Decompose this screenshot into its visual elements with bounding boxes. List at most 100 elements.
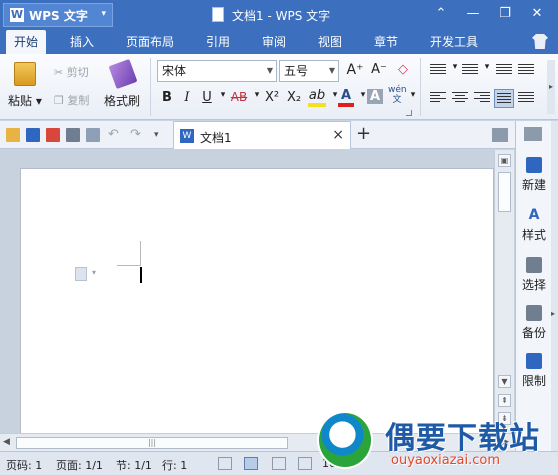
watermark-logo-icon: [317, 411, 373, 469]
new-tab-button[interactable]: +: [356, 123, 371, 144]
ribbon-tabs: 开始 插入 页面布局 引用 审阅 视图 章节 开发工具: [0, 30, 558, 54]
tab-review[interactable]: 审阅: [254, 30, 294, 54]
tab-chapter[interactable]: 章节: [366, 30, 406, 54]
document-tab[interactable]: W 文档1 ×: [173, 121, 351, 149]
site-watermark: 偶要下载站 ouyaoxiazai.com: [315, 405, 558, 475]
grow-font-button[interactable]: A⁺: [346, 62, 364, 78]
tab-references[interactable]: 引用: [198, 30, 238, 54]
text-cursor: [140, 267, 142, 283]
chevron-down-icon[interactable]: ▾: [92, 268, 96, 277]
select-icon: [526, 257, 542, 273]
task-pane-menu-icon[interactable]: [524, 127, 542, 141]
outline-view-icon[interactable]: [272, 457, 286, 470]
font-color-button[interactable]: A: [338, 88, 354, 107]
format-painter-icon[interactable]: [108, 58, 138, 90]
status-pages: 页面: 1/1: [56, 459, 103, 472]
paste-button[interactable]: 粘贴 ▾: [8, 92, 42, 109]
vertical-scroll-thumb[interactable]: [498, 172, 511, 212]
task-select-button[interactable]: 选择: [516, 257, 552, 293]
restore-button[interactable]: ❐: [494, 4, 516, 24]
bold-button[interactable]: B: [158, 90, 176, 105]
task-style-button[interactable]: A 样式: [516, 207, 552, 243]
copy-button[interactable]: ❐ 复制: [54, 92, 89, 108]
cut-label: 剪切: [66, 66, 89, 79]
font-dialog-launcher[interactable]: [406, 110, 412, 116]
web-view-icon[interactable]: [298, 457, 312, 470]
margin-marker: [140, 241, 141, 265]
open-icon[interactable]: [6, 128, 20, 142]
fullscreen-view-icon[interactable]: [218, 457, 232, 470]
font-size-select[interactable]: 五号 ▼: [279, 60, 339, 82]
task-restrict-button[interactable]: 限制: [516, 353, 552, 389]
tab-page-layout[interactable]: 页面布局: [118, 30, 182, 54]
task-backup-button[interactable]: 备份: [516, 305, 552, 341]
chevron-down-icon[interactable]: ▾: [478, 62, 496, 72]
document-canvas[interactable]: ▾: [0, 150, 515, 438]
task-new-label: 新建: [521, 178, 546, 192]
italic-button[interactable]: I: [178, 90, 196, 105]
subscript-button[interactable]: X₂: [284, 90, 304, 105]
paragraph-layout-icon[interactable]: [75, 267, 87, 281]
status-row: 行: 1: [162, 459, 188, 472]
scroll-down-arrow[interactable]: ▼: [498, 375, 511, 388]
customize-toolbar-icon[interactable]: ▾: [154, 128, 168, 142]
status-section: 节: 1/1: [116, 459, 152, 472]
ribbon-home: 粘贴 ▾ ✂ 剪切 ❐ 复制 格式刷 宋体 ▼ 五号 ▼ A⁺ A⁻ ◇ B I…: [0, 54, 558, 120]
task-pane-collapse[interactable]: ▸: [551, 121, 558, 451]
strikethrough-button[interactable]: AB: [228, 90, 250, 104]
task-new-button[interactable]: 新建: [516, 157, 552, 193]
redo-icon[interactable]: ↷: [130, 128, 144, 142]
print-icon[interactable]: [66, 128, 80, 142]
font-name-select[interactable]: 宋体 ▼: [157, 60, 277, 82]
margin-marker: [117, 265, 141, 266]
save-icon[interactable]: [26, 128, 40, 142]
wps-logo-icon: W: [10, 8, 24, 22]
tab-developer[interactable]: 开发工具: [422, 30, 486, 54]
align-center-icon[interactable]: [452, 92, 468, 105]
split-view-icon[interactable]: ▣: [498, 154, 511, 167]
tab-home[interactable]: 开始: [6, 30, 47, 54]
restrict-icon: [526, 353, 542, 369]
collapse-ribbon-button[interactable]: ⌃: [430, 4, 452, 24]
vertical-scrollbar[interactable]: ▣ ▼ ⇞ ⇟: [494, 150, 514, 433]
clear-format-button[interactable]: ◇: [394, 62, 412, 77]
document-page[interactable]: ▾: [20, 168, 494, 438]
chevron-right-icon: ▸: [551, 309, 556, 318]
ribbon-scroll-right[interactable]: ▸: [547, 60, 555, 114]
paste-icon[interactable]: [14, 62, 36, 86]
superscript-button[interactable]: X²: [262, 90, 282, 105]
increase-indent-icon[interactable]: [518, 64, 534, 77]
page-view-icon[interactable]: [244, 457, 258, 470]
numbering-icon[interactable]: [462, 64, 478, 77]
format-painter-button[interactable]: 格式刷: [104, 92, 140, 109]
tab-insert[interactable]: 插入: [62, 30, 102, 54]
shrink-font-button[interactable]: A⁻: [370, 62, 388, 77]
cut-button[interactable]: ✂ 剪切: [54, 64, 89, 80]
scroll-left-arrow[interactable]: ◀: [3, 437, 10, 447]
minimize-button[interactable]: —: [462, 4, 484, 24]
align-left-icon[interactable]: [430, 92, 446, 105]
restore-icon: ❐: [499, 6, 511, 21]
horizontal-scroll-thumb[interactable]: |||: [16, 437, 288, 449]
ribbon-divider: [150, 58, 151, 116]
new-document-icon: [526, 157, 542, 173]
justify-icon[interactable]: [494, 89, 514, 108]
close-tab-button[interactable]: ×: [332, 127, 344, 143]
char-shading-button[interactable]: A: [367, 89, 383, 104]
document-icon: [212, 7, 224, 22]
copy-label: 复制: [67, 94, 90, 107]
distributed-align-icon[interactable]: [518, 92, 534, 105]
highlight-button[interactable]: ab: [308, 88, 326, 107]
skin-icon[interactable]: [532, 34, 548, 49]
print-preview-icon[interactable]: [86, 128, 100, 142]
align-right-icon[interactable]: [474, 92, 490, 105]
decrease-indent-icon[interactable]: [496, 64, 512, 77]
bullets-icon[interactable]: [430, 64, 446, 77]
tab-list-icon[interactable]: [492, 128, 508, 142]
undo-icon[interactable]: ↶: [108, 128, 122, 142]
wps-app-menu-button[interactable]: W WPS 文字 ▾: [3, 3, 113, 27]
export-pdf-icon[interactable]: [46, 128, 60, 142]
close-window-button[interactable]: ✕: [526, 4, 548, 24]
tab-view[interactable]: 视图: [310, 30, 350, 54]
word-doc-icon: W: [180, 129, 194, 143]
